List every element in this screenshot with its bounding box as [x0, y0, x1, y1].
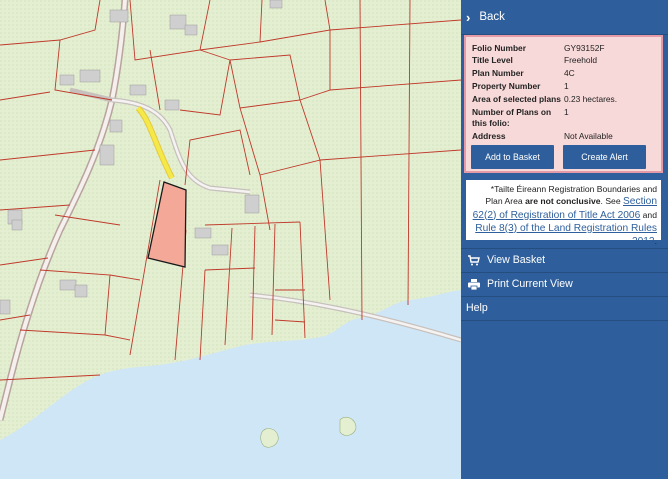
side-panel: › Back Folio Number GY93152F Title Level F… [461, 0, 668, 479]
folio-row: Plan Number 4C [472, 68, 575, 78]
folio-row: Title Level Freehold [472, 55, 598, 65]
folio-row: Area of selected plans 0.23 hectares. [472, 94, 618, 104]
island [260, 428, 279, 448]
back-label: Back [479, 11, 505, 23]
create-alert-button[interactable]: Create Alert [563, 145, 646, 169]
folio-row: Property Number 1 [472, 81, 569, 91]
cart-icon [466, 254, 482, 266]
help-item[interactable]: Help [461, 297, 668, 319]
print-view-item[interactable]: Print Current View [461, 273, 668, 295]
folio-row: Number of Plans on this folio: 1 [472, 107, 569, 128]
printer-icon [466, 278, 482, 290]
rule-8-link[interactable]: Rule 8(3) of the Land Registration Rules… [475, 223, 657, 247]
registration-notice: *Tailte Éireann Registration Boundaries … [464, 178, 663, 247]
map-canvas[interactable] [0, 0, 461, 479]
back-button[interactable]: › Back [461, 0, 668, 35]
add-to-basket-button[interactable]: Add to Basket [471, 145, 554, 169]
chevron-right-icon: › [466, 9, 471, 25]
folio-details-card: Folio Number GY93152F Title Level Freehold… [464, 35, 663, 173]
folio-row: Address Not Available [472, 131, 613, 141]
map-view[interactable] [0, 0, 461, 479]
view-basket-item[interactable]: View Basket [461, 249, 668, 271]
divider [461, 320, 668, 321]
folio-row: Folio Number GY93152F [472, 43, 605, 53]
